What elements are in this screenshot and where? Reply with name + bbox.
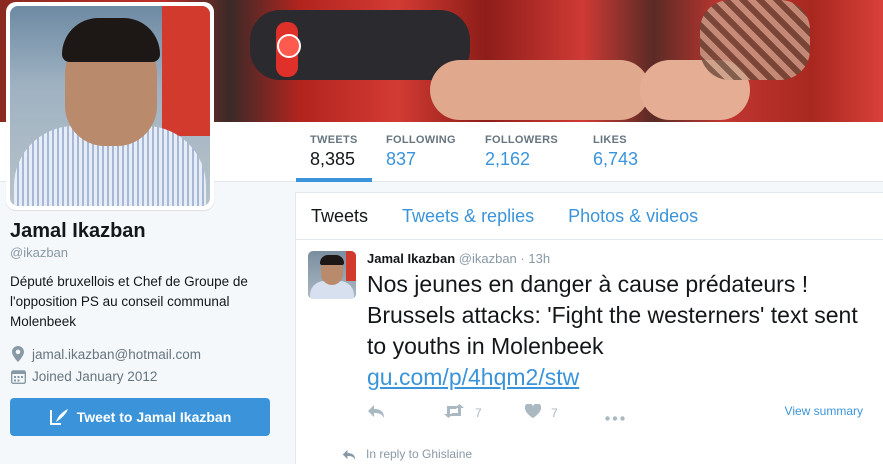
tweet-text: Nos jeunes en danger à cause prédateurs … (367, 269, 877, 393)
tweet-separator: · (520, 251, 525, 266)
reply-icon (342, 449, 356, 460)
retweet-action[interactable]: 7 (443, 404, 482, 421)
calendar-icon (10, 368, 26, 384)
profile-email: jamal.ikazban@hotmail.com (32, 346, 202, 362)
stat-label: FOLLOWERS (485, 134, 558, 146)
tab-tweets[interactable]: Tweets (296, 206, 385, 227)
reply-action[interactable] (367, 404, 385, 421)
profile-bio: Député bruxellois et Chef de Groupe de l… (10, 274, 248, 329)
stat-value: 2,162 (485, 149, 531, 169)
tweet-avatar[interactable] (308, 251, 356, 299)
more-action[interactable] (605, 410, 625, 424)
tweet-author-name[interactable]: Jamal Ikazban (367, 251, 455, 266)
tweet-item[interactable]: Jamal Ikazban @ikazban · 13h Nos jeunes … (296, 241, 883, 431)
tweet-body: Nos jeunes en danger à cause prédateurs … (367, 271, 858, 359)
profile-handle[interactable]: @ikazban (10, 245, 280, 260)
tab-tweets-replies[interactable]: Tweets & replies (385, 206, 551, 227)
like-count: 7 (551, 405, 558, 420)
reply-icon (367, 404, 385, 421)
tweet-header: Jamal Ikazban @ikazban · 13h (367, 251, 550, 266)
stat-likes[interactable]: LIKES 6,743 (579, 122, 652, 182)
retweet-icon (443, 404, 465, 421)
timeline: Tweets Tweets & replies Photos & videos … (295, 192, 883, 464)
profile-joined: Joined January 2012 (10, 368, 280, 384)
stat-label: FOLLOWING (386, 134, 456, 146)
like-action[interactable]: 7 (524, 403, 558, 421)
location-icon (10, 346, 26, 362)
profile-location: jamal.ikazban@hotmail.com (10, 346, 280, 362)
profile-card: Jamal Ikazban @ikazban Député bruxellois… (10, 218, 280, 436)
timeline-tabs: Tweets Tweets & replies Photos & videos (296, 193, 883, 240)
more-icon (605, 410, 625, 424)
stat-following[interactable]: FOLLOWING 837 (372, 122, 470, 182)
tweet-actions: 7 7 View summary (367, 403, 877, 424)
tweet-to-button[interactable]: Tweet to Jamal Ikazban (10, 398, 270, 436)
heart-icon (524, 403, 542, 421)
stat-followers[interactable]: FOLLOWERS 2,162 (471, 122, 572, 182)
tweet-author-handle[interactable]: @ikazban (459, 251, 517, 266)
stat-value: 837 (386, 149, 417, 169)
stat-value: 8,385 (310, 149, 356, 169)
stat-label: LIKES (593, 134, 627, 146)
joined-date: Joined January 2012 (32, 368, 158, 384)
profile-avatar[interactable] (6, 2, 214, 210)
tweet-timestamp[interactable]: 13h (528, 251, 550, 266)
quill-icon (49, 408, 69, 426)
tweet-to-label: Tweet to Jamal Ikazban (76, 409, 232, 425)
in-reply-to[interactable]: In reply to Ghislaine (342, 447, 472, 461)
tab-photos-videos[interactable]: Photos & videos (551, 206, 715, 227)
stat-value: 6,743 (593, 149, 639, 169)
tweet-link[interactable]: gu.com/p/4hqm2/stw (367, 364, 579, 390)
profile-name[interactable]: Jamal Ikazban (10, 218, 280, 244)
stat-label: TWEETS (310, 134, 358, 146)
view-summary-link[interactable]: View summary (785, 404, 863, 418)
retweet-count: 7 (475, 405, 482, 420)
stat-tweets[interactable]: TWEETS 8,385 (296, 122, 372, 182)
in-reply-to-text: In reply to Ghislaine (366, 447, 473, 461)
